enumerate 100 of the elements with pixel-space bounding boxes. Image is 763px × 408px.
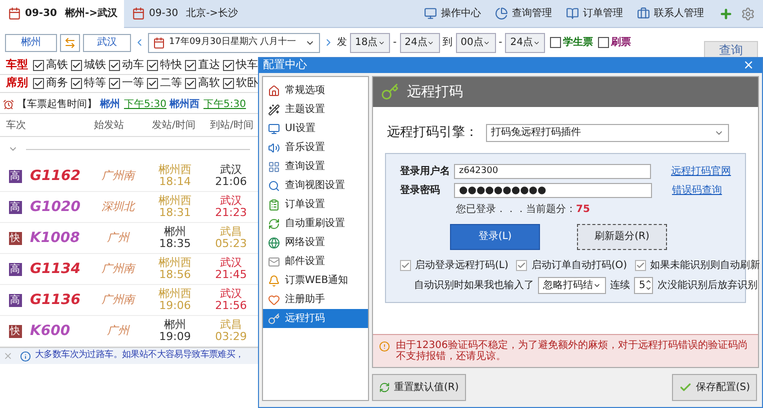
sidebar-item[interactable]: 订单设置 (263, 195, 368, 214)
train-number[interactable]: K1008 (30, 228, 90, 248)
status-message: 大多数车次为过路车。如果站不大容易导致车票难买， (35, 349, 244, 362)
filter-label: 城铁 (84, 57, 106, 74)
engine-label: 远程打码引擎： (387, 124, 478, 142)
filter-label: 软卧 (236, 75, 258, 92)
option-label: 如果未能识别则自动刷新 (650, 258, 760, 272)
train-type-badge: 快 (8, 324, 22, 338)
filter-label: 快车 (236, 57, 258, 74)
arrive-cell-text: 武汉 21:06 (214, 164, 248, 188)
arrive-cell-text: 武汉 21:23 (214, 195, 248, 219)
login-button[interactable]: 登录(L) (450, 224, 540, 250)
error-code-link[interactable]: 错误码查询 (672, 182, 722, 198)
depart-cell-text: 郴州西 18:31 (158, 195, 192, 219)
origin-station: 广州南 (100, 168, 137, 184)
date-field[interactable]: 17年09月30日星期六 八月十一 (148, 32, 320, 52)
filter-label: 高铁 (46, 57, 68, 74)
filter-label: 特快 (160, 57, 182, 74)
train-number[interactable]: K600 (30, 320, 90, 342)
arrive-cell-text: 武昌 05:23 (214, 226, 248, 250)
column-header[interactable]: 到站/时间 (204, 118, 258, 132)
origin-station: 深圳北 (100, 198, 136, 215)
dialog-title: 配置中心 (263, 57, 307, 74)
arrive-cell-text: 武汉 21:45 (214, 257, 248, 281)
sidebar-item[interactable]: 网络设置 (263, 233, 368, 252)
sidebar-item[interactable]: 主题设置 (263, 100, 368, 119)
arrive-cell-text: 武汉 21:56 (214, 288, 248, 312)
train-type-badge: 高 (8, 294, 22, 306)
give-up-label: 次没能识别后放弃识别 (657, 278, 758, 292)
score-value: 75 (576, 202, 590, 216)
sidebar-item[interactable]: 邮件设置 (263, 252, 368, 271)
reset-defaults-button[interactable]: 重置默认值(R) (372, 374, 466, 401)
route-tab[interactable]: 09-30 北京->长沙 (124, 0, 248, 28)
sidebar-item[interactable]: 查询视图设置 (263, 176, 368, 195)
to-station[interactable]: 武汉 (83, 34, 131, 52)
train-type-badge: 快 (8, 232, 22, 244)
sidebar-item[interactable]: 注册助手 (263, 290, 368, 309)
notice-title: 【车票起售时间】 (17, 98, 97, 112)
route-tab[interactable]: 09-30 郴州->武汉 (0, 0, 124, 28)
login-status: 您已登录．．．当前题分： (456, 202, 576, 216)
official-site-link[interactable]: 远程打码官网 (671, 164, 731, 178)
filter-label: 一等 (122, 75, 144, 92)
sidebar-item[interactable]: 音乐设置 (263, 138, 368, 157)
train-number[interactable]: G1134 (30, 258, 90, 280)
password-field[interactable]: ●●●●●●●●●● (454, 182, 652, 198)
sidebar-item[interactable]: 查询设置 (263, 157, 368, 176)
sidebar-item[interactable]: UI设置 (263, 119, 368, 138)
train-number[interactable]: G1162 (30, 166, 90, 186)
station-name: 郴州西 (169, 98, 200, 112)
engine-select[interactable]: 打码兔远程打码插件 (486, 124, 729, 142)
retry-count-spinner[interactable]: 5 (634, 276, 654, 294)
filter-label: 商务 (46, 75, 68, 92)
filter-title: 席别 (6, 75, 28, 92)
warning-text: 由于12306验证码不稳定，为了避免额外的麻烦，对于远程打码错误的验证码尚不支持报错，还请见谅。 (396, 340, 749, 362)
from-station[interactable]: 郴州 (5, 34, 57, 52)
train-type-badge: 高 (8, 200, 22, 214)
arrive-label: 到 (442, 36, 453, 50)
query-button[interactable]: 查询 (704, 41, 758, 57)
hour-select[interactable]: 18点 (350, 32, 390, 52)
dash: - (498, 36, 502, 50)
auto-recognize-label: 自动识别时如果我也输入了 (414, 278, 534, 292)
train-number[interactable]: G1020 (30, 196, 90, 218)
column-header[interactable]: 车次 (0, 118, 88, 132)
arrive-cell-text: 武昌 03:29 (214, 319, 248, 343)
menu-item[interactable]: 联系人管理 (630, 6, 711, 21)
depart-cell-text: 郴州 18:35 (158, 226, 192, 250)
conflict-select[interactable]: 忽略打码结 (538, 276, 606, 294)
menu-item[interactable]: 查询管理 (488, 6, 559, 21)
menu-item[interactable]: 操作中心 (417, 6, 488, 21)
depart-cell-text: 郴州西 19:06 (158, 288, 192, 312)
hour-select[interactable]: 00点 (456, 32, 496, 52)
sidebar-item[interactable]: 订票WEB通知 (263, 271, 368, 290)
column-header[interactable]: 发站/时间 (146, 118, 204, 132)
origin-station: 广州 (106, 230, 131, 246)
column-header[interactable]: 始发站 (88, 118, 146, 132)
refresh-score-button[interactable]: 刷新题分(R) (577, 224, 667, 250)
train-number[interactable]: G1136 (30, 290, 90, 310)
filter-label: 高软 (198, 75, 220, 92)
depart-cell-text: 郴州西 18:14 (158, 164, 192, 188)
username-label: 登录用户名 (400, 164, 450, 178)
option-label: 启动订单自动打码(O) (531, 258, 628, 272)
hour-select[interactable]: 24点 (505, 32, 546, 52)
ticket-option-label: 刷票 (611, 36, 632, 50)
sidebar-item[interactable]: 自动重刷设置 (263, 214, 368, 233)
menu-item[interactable]: 订单管理 (559, 6, 630, 21)
ticket-option-label: 学生票 (563, 36, 594, 50)
sale-time: 下午5:30 (203, 98, 246, 112)
origin-station: 广州南 (100, 292, 137, 308)
sidebar-item[interactable]: 常规选项 (263, 81, 368, 100)
filter-label: 动车 (122, 57, 144, 74)
filter-title: 车型 (6, 57, 28, 74)
save-settings-button[interactable]: 保存配置(S) (672, 374, 757, 401)
sidebar-item[interactable]: 远程打码 (263, 309, 368, 328)
username-field[interactable]: z642300 (454, 164, 651, 178)
close-button[interactable]: × (739, 59, 758, 72)
hour-select[interactable]: 24点 (400, 32, 440, 52)
repeat-label: 连续 (610, 278, 630, 292)
train-type-badge: 高 (8, 170, 22, 182)
depart-cell-text: 郴州 19:09 (158, 319, 192, 343)
section-title: 远程打码 (407, 82, 463, 102)
